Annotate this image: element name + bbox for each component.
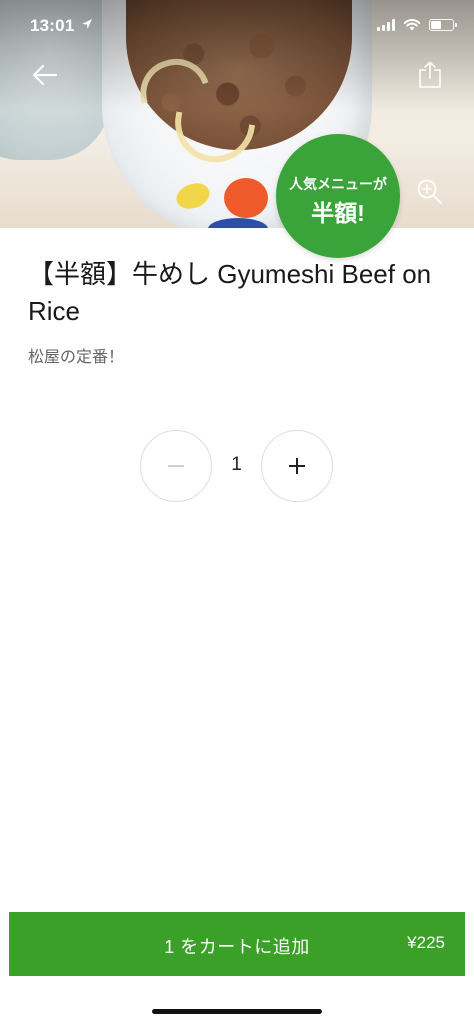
quantity-value: 1 (231, 454, 242, 475)
share-icon (419, 61, 441, 88)
status-indicators (377, 18, 457, 31)
promo-badge-line1: 人気メニューが (289, 176, 387, 192)
decrease-quantity-button[interactable] (140, 430, 212, 502)
status-time: 13:01 (30, 16, 75, 35)
share-button[interactable] (408, 53, 452, 97)
promo-badge-line2: 半額! (311, 200, 365, 226)
wifi-icon (403, 19, 421, 31)
plus-icon (289, 458, 305, 474)
food-photo-bowl-pattern (224, 178, 268, 218)
back-button[interactable] (23, 53, 67, 97)
item-description: 松屋の定番！ (28, 349, 125, 366)
location-arrow-icon (82, 19, 92, 29)
back-arrow-icon (32, 64, 58, 86)
minus-icon (168, 465, 184, 467)
item-title: 【半額】牛めし Gyumeshi Beef on Rice (28, 259, 432, 326)
promo-badge: 人気メニューが 半額! (276, 134, 400, 258)
status-bar: 13:01 (0, 0, 474, 54)
zoom-in-icon (417, 179, 442, 204)
cart-price: ¥225 (407, 933, 445, 952)
cellular-signal-icon (377, 18, 395, 31)
battery-icon (429, 18, 457, 31)
add-to-cart-label: 1 をカートに追加 (164, 937, 310, 957)
item-detail-screen: 13:01 人気メニューが 半額! 【半額】牛めし Gyumeshi Beef … (0, 0, 474, 1024)
home-indicator[interactable] (152, 1009, 322, 1014)
quantity-stepper: 1 (140, 430, 334, 502)
increase-quantity-button[interactable] (261, 430, 333, 502)
zoom-button[interactable] (408, 170, 452, 214)
add-to-cart-button[interactable]: 1 をカートに追加 ¥225 (9, 912, 465, 976)
